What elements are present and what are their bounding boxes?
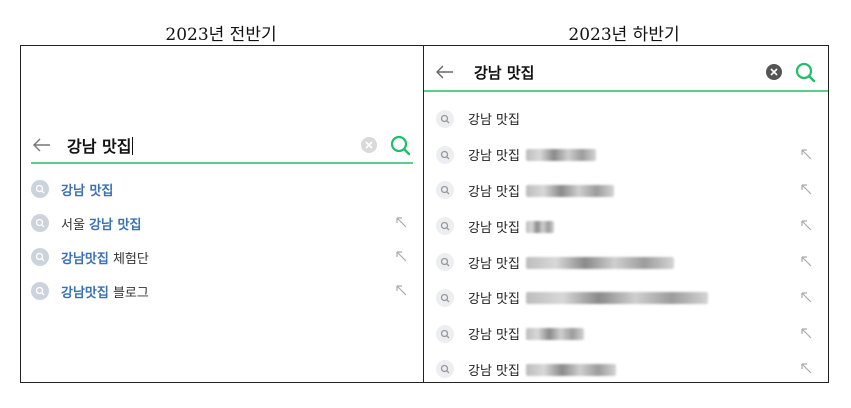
suggestion-item[interactable]: 강남 맛집 (436, 244, 818, 280)
magnifier-icon (436, 181, 454, 200)
search-icon[interactable] (389, 134, 411, 156)
suggestion-list: 강남 맛집 강남 맛집 강남 맛집 강남 맛집 강남 맛집 강남 맛집 강남 맛집 강남 맛집 (436, 101, 818, 387)
arrow-up-left-icon[interactable] (800, 219, 814, 233)
arrow-up-left-icon[interactable] (395, 216, 409, 230)
arrow-up-left-icon[interactable] (800, 362, 814, 376)
arrow-up-left-icon[interactable] (800, 291, 814, 305)
suggestion-item[interactable]: 강남 맛집 (436, 101, 818, 137)
redacted-text (525, 256, 674, 269)
suggestion-list: 강남 맛집 서울 강남 맛집 강남맛집 체험단 강남맛집 블로그 (31, 172, 413, 308)
suggestion-item[interactable]: 강남 맛집 (436, 137, 818, 173)
suggestion-item[interactable]: 강남 맛집 (436, 280, 818, 316)
magnifier-icon (436, 217, 454, 236)
redacted-text (525, 149, 596, 162)
magnifier-icon (31, 180, 49, 198)
search-input[interactable]: 강남 맛집 (67, 133, 361, 157)
suggestion-text: 강남 맛집 (468, 145, 800, 164)
suggestion-text: 강남 맛집 (468, 217, 800, 236)
suggestion-item[interactable]: 강남 맛집 (436, 208, 818, 244)
magnifier-icon (436, 109, 454, 128)
second-half-screenshot: 강남 맛집 강남 맛집 강남 맛집 강남 맛집 강남 맛집 강남 맛집 강남 맛집 강남 맛… (423, 45, 829, 383)
magnifier-icon (436, 288, 454, 307)
suggestion-text: 강남 맛집 (468, 253, 800, 272)
arrow-up-left-icon[interactable] (395, 284, 409, 298)
suggestion-text: 강남 맛집 (468, 288, 800, 307)
suggestion-item[interactable]: 강남맛집 블로그 (31, 274, 413, 308)
arrow-up-left-icon[interactable] (800, 148, 814, 162)
redacted-text (525, 184, 614, 197)
clear-icon[interactable] (766, 64, 782, 80)
arrow-up-left-icon[interactable] (800, 183, 814, 197)
search-input[interactable]: 강남 맛집 (474, 62, 766, 83)
suggestion-item[interactable]: 서울 강남 맛집 (31, 206, 413, 240)
search-icon[interactable] (794, 61, 816, 83)
magnifier-icon (436, 360, 454, 379)
suggestion-text: 강남맛집 체험단 (61, 251, 149, 267)
suggestion-text: 강남 맛집 (468, 181, 800, 200)
search-bar: 강남 맛집 (424, 54, 828, 92)
suggestion-text: 서울 강남 맛집 (61, 217, 142, 233)
suggestion-text: 강남 맛집 (468, 324, 800, 343)
suggestion-item[interactable]: 강남 맛집 (436, 173, 818, 209)
first-half-screenshot: 강남 맛집 강남 맛집 서울 강남 맛집 강남맛집 체험단 강남맛집 블로그 (20, 45, 424, 383)
redacted-text (525, 328, 584, 341)
redacted-text (525, 220, 554, 233)
arrow-up-left-icon[interactable] (800, 327, 814, 341)
text-cursor (132, 137, 134, 155)
suggestion-item[interactable]: 강남 맛집 (436, 352, 818, 388)
suggestion-item[interactable]: 강남 맛집 (31, 172, 413, 206)
suggestion-item[interactable]: 강남맛집 체험단 (31, 240, 413, 274)
suggestion-text: 강남맛집 블로그 (61, 285, 149, 301)
magnifier-icon (436, 324, 454, 343)
redacted-text (525, 363, 616, 376)
magnifier-icon (31, 282, 49, 300)
suggestion-text: 강남 맛집 (468, 360, 800, 379)
magnifier-icon (436, 145, 454, 164)
arrow-left-icon[interactable] (31, 134, 53, 156)
magnifier-icon (31, 248, 49, 266)
suggestion-item[interactable]: 강남 맛집 (436, 316, 818, 352)
arrow-up-left-icon[interactable] (395, 250, 409, 264)
arrow-up-left-icon[interactable] (800, 255, 814, 269)
caption-second-half: 2023년 하반기 (568, 25, 680, 45)
search-bar: 강남 맛집 (31, 128, 413, 164)
suggestion-text: 강남 맛집 (61, 183, 114, 199)
magnifier-icon (31, 214, 49, 232)
suggestion-text: 강남 맛집 (468, 113, 520, 129)
magnifier-icon (436, 253, 454, 272)
caption-first-half: 2023년 전반기 (165, 25, 277, 45)
arrow-left-icon[interactable] (434, 61, 456, 83)
redacted-text (525, 292, 708, 305)
clear-icon[interactable] (361, 137, 377, 153)
